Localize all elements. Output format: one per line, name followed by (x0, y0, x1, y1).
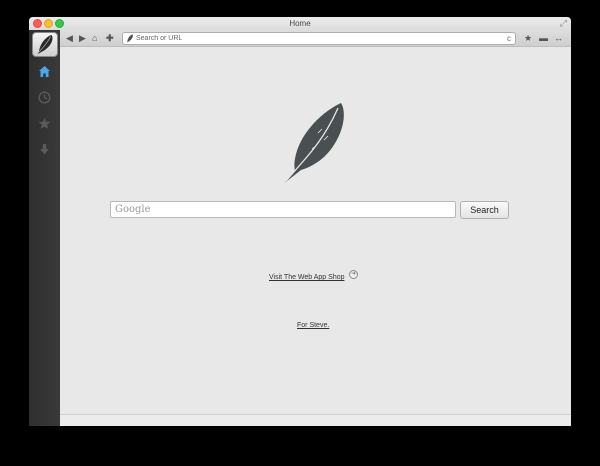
for-steve-link[interactable]: For Steve. (297, 321, 329, 331)
resize-arrows-icon[interactable]: ↔ (554, 32, 563, 44)
title-bar: Home ⤢ (29, 17, 571, 30)
sidebar (29, 30, 60, 426)
window-title: Home (289, 19, 311, 28)
feather-logo-icon (285, 103, 344, 182)
minus-icon[interactable]: ▬ (539, 32, 548, 44)
search-button[interactable]: Search (460, 201, 509, 219)
forward-arrow-icon[interactable]: ▶ (79, 32, 86, 44)
back-arrow-icon[interactable]: ◀ (66, 32, 73, 44)
feather-logo-icon (37, 34, 53, 55)
app-logo-button[interactable] (32, 32, 58, 57)
feather-icon (127, 34, 133, 43)
search-input[interactable] (110, 201, 456, 218)
url-input[interactable] (136, 33, 496, 44)
add-icon[interactable]: ✚ (106, 32, 114, 44)
home-icon[interactable] (38, 65, 51, 78)
arrow-right-icon[interactable]: ➜ (349, 270, 358, 279)
toolbar: ◀ ▶ ⌂ ✚ c ★ ▬ ↔ (60, 30, 571, 47)
status-bar (60, 414, 571, 426)
address-bar[interactable]: c (122, 32, 516, 45)
web-app-shop-link[interactable]: Visit The Web App Shop (269, 273, 345, 283)
fullscreen-arrows-icon[interactable]: ⤢ (560, 18, 567, 28)
browser-window: Home ⤢ ◀ ▶ ⌂ ✚ c ★ ▬ ↔ (29, 17, 571, 426)
home-page: Search Visit The Web App Shop ➜ For Stev… (60, 48, 571, 426)
clock-icon[interactable] (38, 91, 51, 104)
download-arrow-icon[interactable] (38, 143, 51, 156)
home-icon[interactable]: ⌂ (92, 32, 97, 44)
reload-icon[interactable]: c (507, 33, 511, 44)
star-icon[interactable]: ★ (524, 32, 532, 44)
star-icon[interactable] (38, 117, 51, 130)
